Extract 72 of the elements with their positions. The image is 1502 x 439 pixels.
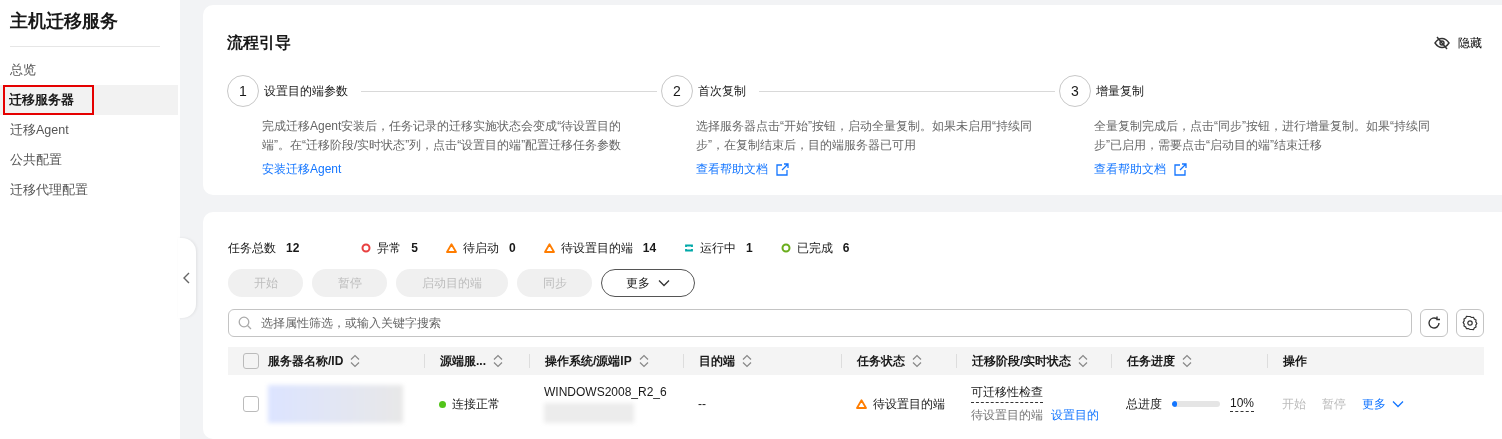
stat-count: 0 [509, 241, 516, 255]
warning-triangle-icon [856, 399, 867, 409]
stat-label: 运行中 [700, 239, 737, 257]
column-header[interactable]: 目的端 [699, 352, 753, 370]
sort-icon [1181, 354, 1193, 368]
sort-icon [1077, 354, 1090, 368]
refresh-icon [1426, 315, 1442, 331]
chevron-down-icon [1392, 400, 1404, 408]
nav-item[interactable]: 迁移Agent [0, 115, 178, 145]
os-name: WINDOWS2008_R2_6 [544, 385, 667, 399]
stat-label: 已完成 [796, 239, 833, 257]
row-checkbox[interactable] [243, 396, 259, 412]
external-link-icon [1174, 163, 1187, 176]
chevron-down-icon [658, 279, 670, 287]
row-more-link[interactable]: 更多 [1362, 395, 1404, 413]
stat-label: 任务总数 [228, 239, 276, 257]
column-header[interactable]: 迁移阶段/实时状态 [972, 352, 1090, 370]
search-icon [238, 316, 252, 330]
sort-icon [637, 354, 650, 368]
help-link[interactable]: 查看帮助文档 [1094, 161, 1187, 178]
column-header[interactable]: 源端服... [440, 352, 504, 370]
stat-label: 异常 [377, 239, 402, 257]
stat-count: 5 [411, 241, 419, 255]
connection-status: 连接正常 [452, 395, 500, 413]
highlight-box: 迁移服务器 [3, 85, 94, 115]
target-value: -- [698, 397, 706, 411]
help-link[interactable]: 安装迁移Agent [262, 161, 342, 178]
sort-icon [741, 354, 753, 368]
step-description: 全量复制完成后，点击“同步”按钮，进行增量复制。如果“持续同步”已启用，需要点击“启动目的端”结束迁移 [1094, 118, 1431, 154]
stage-status: 待设置目的端 [971, 407, 1043, 424]
step-title: 增量复制 [1096, 82, 1144, 100]
stat-count: 6 [842, 241, 850, 255]
stat-label: 待设置目的端 [560, 239, 633, 257]
chevron-left-icon [183, 272, 191, 284]
column-header[interactable]: 服务器名称/ID [268, 352, 362, 370]
column-header[interactable]: 任务进度 [1127, 352, 1193, 370]
app-title: 主机迁移服务 [9, 10, 119, 33]
column-header[interactable]: 任务状态 [857, 352, 923, 370]
nav-item[interactable]: 迁移代理配置 [0, 175, 178, 205]
set-target-link[interactable]: 设置目的 [1051, 407, 1099, 424]
sort-icon [349, 354, 362, 368]
step-description: 选择服务器点击“开始”按钮，启动全量复制。如果未启用“持续同步”，在复制结束后，目的端服务器已可用 [696, 118, 1033, 154]
sort-icon [492, 354, 504, 368]
column-header[interactable]: 操作 [1283, 352, 1307, 370]
stage-label[interactable]: 可迁移性检查 [971, 384, 1043, 403]
step-title: 设置目的端参数 [264, 82, 348, 100]
stat-count: 12 [286, 241, 300, 255]
stat-label: 待启动 [463, 239, 500, 257]
progress-percent[interactable]: 10% [1230, 396, 1255, 412]
nav-item[interactable]: 迁移服务器 [0, 85, 178, 115]
settings-button[interactable] [1456, 309, 1484, 337]
section-title: 流程引导 [227, 32, 291, 53]
step-description: 完成迁移Agent安装后，任务记录的迁移实施状态会变成“待设置目的端”。在“迁移阶段/实时状态”列，点击“设置目的端”配置迁移任务参数 [262, 118, 623, 154]
eye-off-icon [1434, 36, 1450, 50]
stat-count: 14 [642, 241, 657, 255]
collapse-handle[interactable] [178, 238, 196, 318]
external-link-icon [776, 163, 789, 176]
settings-icon [1462, 315, 1478, 331]
step-title: 首次复制 [698, 82, 746, 100]
hide-button[interactable]: 隐藏 [1434, 34, 1482, 52]
search-field[interactable]: 选择属性筛选，或输入关键字搜索 [228, 309, 1412, 337]
select-all-checkbox[interactable] [243, 353, 259, 369]
nav-item[interactable]: 总览 [0, 55, 178, 85]
task-status: 待设置目的端 [873, 395, 945, 413]
nav-item[interactable]: 公共配置 [0, 145, 178, 175]
column-header[interactable]: 操作系统/源端IP [545, 352, 650, 370]
refresh-button[interactable] [1420, 309, 1448, 337]
progress-label: 总进度 [1126, 395, 1162, 413]
sort-icon [911, 354, 923, 368]
stat-count: 1 [746, 241, 753, 255]
help-link[interactable]: 查看帮助文档 [696, 161, 789, 178]
more-button[interactable]: 更多 [601, 269, 695, 297]
